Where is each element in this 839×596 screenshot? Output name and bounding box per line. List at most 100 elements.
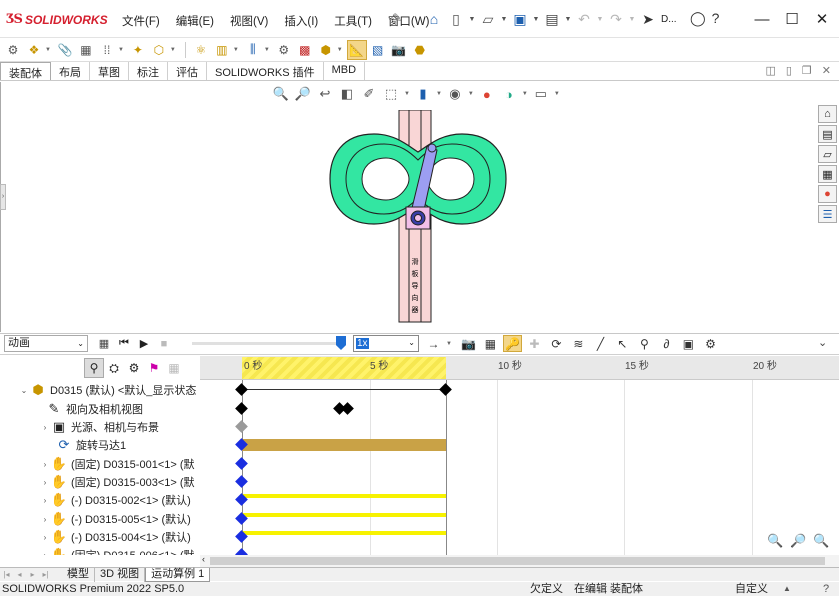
tab-markup[interactable]: 标注 bbox=[129, 62, 168, 80]
animation-wizard-icon[interactable]: ▦ bbox=[481, 335, 500, 352]
zoom-in-icon[interactable]: 🔎 bbox=[789, 531, 808, 550]
tree-node-part-004[interactable]: › ✋ (-) D0315-004<1> (默认) bbox=[40, 528, 191, 546]
move-component-icon[interactable]: ⬡ bbox=[149, 40, 169, 60]
tree-node-part-002[interactable]: › ✋ (-) D0315-002<1> (默认) bbox=[40, 491, 191, 509]
redo-icon[interactable]: ↷ bbox=[605, 8, 627, 30]
tab-layout[interactable]: 布局 bbox=[51, 62, 90, 80]
units-dropdown-icon[interactable]: ▲ bbox=[783, 582, 791, 596]
study-settings-icon[interactable]: ⚙ bbox=[701, 335, 720, 352]
undo-icon[interactable]: ↶ bbox=[573, 8, 595, 30]
timeline-area[interactable]: 0 秒 5 秒 10 秒 15 秒 20 秒 bbox=[200, 356, 839, 561]
tab-model[interactable]: 模型 bbox=[62, 567, 95, 582]
panel-collapse-handle[interactable]: › bbox=[0, 184, 6, 210]
doc-close-icon[interactable]: ✕ bbox=[822, 64, 831, 77]
autokey-icon[interactable]: 🔑 bbox=[502, 335, 522, 352]
motion-properties-icon[interactable]: ▣ bbox=[679, 335, 698, 352]
root-key-start[interactable] bbox=[235, 383, 248, 396]
play-from-start-icon[interactable]: ⏮ bbox=[116, 335, 132, 352]
tab-evaluate[interactable]: 评估 bbox=[168, 62, 207, 80]
custom-properties-icon[interactable]: ☰ bbox=[818, 205, 837, 223]
resources-icon[interactable]: ⌂ bbox=[818, 105, 837, 123]
open-dropdown-icon[interactable]: ▼ bbox=[499, 16, 509, 23]
dynamic-annotation-icon[interactable]: ✐ bbox=[360, 86, 378, 102]
collapse-icon[interactable]: ⌄ bbox=[19, 386, 29, 395]
move-dropdown-icon[interactable]: ▼ bbox=[170, 47, 176, 53]
prev-tab-icon[interactable]: ◂ bbox=[13, 570, 26, 579]
bill-of-materials-icon[interactable]: ▩ bbox=[295, 40, 315, 60]
study-type-select[interactable]: 动画 ⌄ bbox=[4, 335, 88, 352]
large-assembly-icon[interactable]: ⬣ bbox=[410, 40, 430, 60]
playback-mode-icon[interactable]: → bbox=[424, 335, 443, 352]
tree-node-part-006[interactable]: › ✋ (固定) D0315-006<1> (默 bbox=[40, 546, 195, 555]
hide-show-dropdown-icon[interactable]: ▼ bbox=[468, 91, 474, 97]
expand-icon[interactable]: › bbox=[40, 533, 50, 542]
tree-node-part-001[interactable]: › ✋ (固定) D0315-001<1> (默 bbox=[40, 455, 195, 473]
tile-icon[interactable]: ▯ bbox=[786, 64, 792, 77]
undo-dropdown-icon[interactable]: ▼ bbox=[595, 16, 605, 23]
display-style-dropdown-icon[interactable]: ▼ bbox=[436, 91, 442, 97]
linear-pattern-icon[interactable]: ⁞⁞ bbox=[97, 40, 117, 60]
calculate-icon[interactable]: ▦ bbox=[96, 335, 112, 352]
update-speedpak-icon[interactable]: ▧ bbox=[368, 40, 388, 60]
save-dropdown-icon[interactable]: ▼ bbox=[531, 16, 541, 23]
playback-speed-select[interactable]: 1x ⌄ bbox=[353, 335, 419, 352]
new-motion-study-icon[interactable]: ⚙ bbox=[274, 40, 294, 60]
smart-fasteners-icon[interactable]: ✦ bbox=[128, 40, 148, 60]
timeline-ruler[interactable]: 0 秒 5 秒 10 秒 15 秒 20 秒 bbox=[200, 356, 839, 380]
save-icon[interactable]: ▣ bbox=[509, 8, 531, 30]
home-icon[interactable]: ⌂ bbox=[423, 8, 445, 30]
timeline-horizontal-scrollbar[interactable]: ‹ bbox=[200, 554, 839, 567]
file-explorer-icon[interactable]: ▱ bbox=[818, 145, 837, 163]
tree-node-motor[interactable]: ⟳ 旋转马达1 bbox=[55, 436, 127, 454]
previous-view-icon[interactable]: ↩ bbox=[316, 86, 334, 102]
zoom-to-area-icon[interactable]: 🔎 bbox=[294, 86, 312, 102]
first-tab-icon[interactable]: |◂ bbox=[0, 570, 13, 579]
scroll-left-icon[interactable]: ‹ bbox=[202, 554, 205, 564]
scroll-thumb[interactable] bbox=[210, 557, 825, 565]
tab-mbd[interactable]: MBD bbox=[324, 62, 366, 80]
stop-icon[interactable]: ■ bbox=[156, 335, 172, 352]
user-icon[interactable]: ◯ bbox=[690, 10, 706, 27]
menu-edit[interactable]: 编辑(E) bbox=[172, 13, 218, 29]
tree-node-views[interactable]: ✎ 视向及相机视图 bbox=[45, 400, 143, 418]
views-key[interactable] bbox=[235, 402, 248, 415]
apply-scene-icon[interactable]: ◑ bbox=[500, 87, 518, 102]
design-library-icon[interactable]: ▤ bbox=[818, 125, 837, 143]
quick-tips-icon[interactable]: ? bbox=[823, 582, 829, 596]
section-view-icon[interactable]: ◧ bbox=[338, 86, 356, 102]
units-custom[interactable]: 自定义 bbox=[735, 582, 768, 596]
expand-icon[interactable]: › bbox=[40, 460, 50, 469]
view-settings-dropdown-icon[interactable]: ▼ bbox=[554, 91, 560, 97]
exploded-view-icon[interactable]: ⬢ bbox=[316, 40, 336, 60]
part-003-key[interactable] bbox=[235, 475, 248, 488]
menu-insert[interactable]: 插入(I) bbox=[280, 13, 322, 29]
minimize-button[interactable]: — bbox=[747, 6, 777, 32]
play-icon[interactable]: ▶ bbox=[136, 335, 152, 352]
playback-mode-dropdown-icon[interactable]: ▼ bbox=[446, 341, 452, 347]
assembly-model[interactable]: 滑 板 导 向 器 bbox=[326, 110, 512, 326]
pin-icon[interactable]: ✎ bbox=[392, 11, 402, 25]
close-button[interactable]: ✕ bbox=[807, 6, 837, 32]
expand-icon[interactable]: › bbox=[40, 496, 50, 505]
filter-driving-icon[interactable]: ⛭ bbox=[104, 358, 124, 378]
reference-geometry-icon[interactable]: ⫼ bbox=[243, 40, 263, 60]
save-animation-icon[interactable]: 📷 bbox=[459, 335, 478, 352]
open-icon[interactable]: ▱ bbox=[477, 8, 499, 30]
mate-icon[interactable]: 📎 bbox=[55, 40, 75, 60]
tab-addins[interactable]: SOLIDWORKS 插件 bbox=[207, 62, 324, 80]
pattern-dropdown-icon[interactable]: ▼ bbox=[118, 47, 124, 53]
last-tab-icon[interactable]: ▸| bbox=[39, 570, 52, 579]
filter-autofit-icon[interactable]: ▦ bbox=[164, 358, 184, 378]
print-dropdown-icon[interactable]: ▼ bbox=[563, 16, 573, 23]
tab-sketch[interactable]: 草图 bbox=[90, 62, 129, 80]
hide-show-items-icon[interactable]: ◉ bbox=[446, 86, 464, 102]
view-orientation-icon[interactable]: ⬚ bbox=[382, 86, 400, 102]
zoom-out-icon[interactable]: 🔍 bbox=[812, 531, 831, 550]
tab-assembly[interactable]: 装配体 bbox=[0, 62, 51, 80]
expand-icon[interactable]: › bbox=[40, 423, 50, 432]
part-004-bar[interactable] bbox=[242, 531, 446, 535]
zoom-fit-icon[interactable]: 🔍 bbox=[766, 531, 785, 550]
doc-restore-icon[interactable]: ❐ bbox=[802, 64, 812, 77]
part-005-bar[interactable] bbox=[242, 513, 446, 517]
explode-dropdown-icon[interactable]: ▼ bbox=[337, 47, 343, 53]
